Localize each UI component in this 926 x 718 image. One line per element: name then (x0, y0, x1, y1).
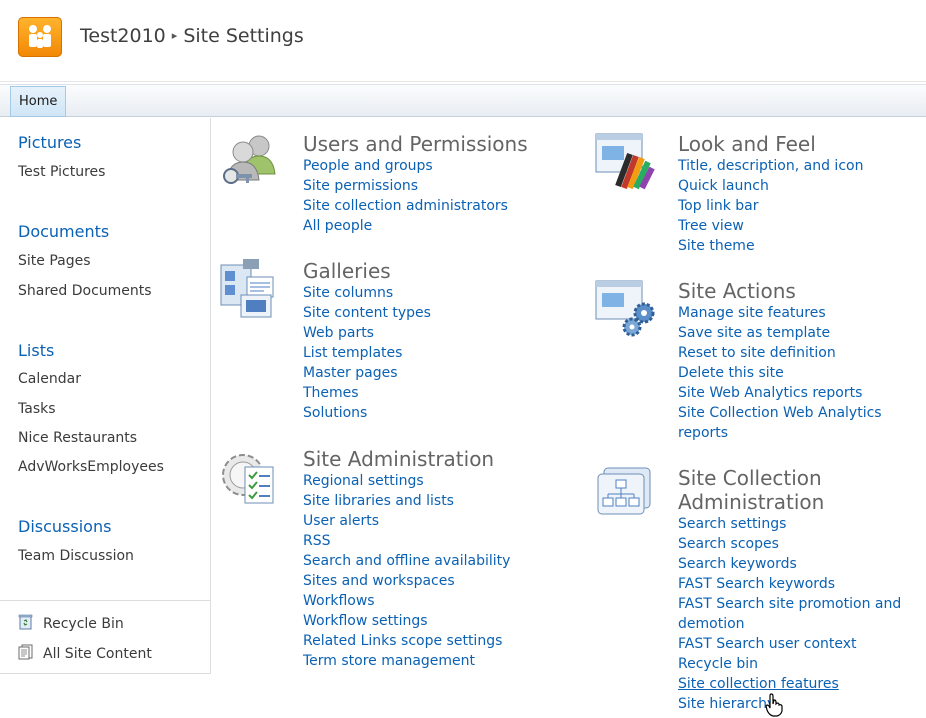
link-site-theme[interactable]: Site theme (678, 236, 863, 256)
link-user-alerts[interactable]: User alerts (303, 511, 510, 531)
link-search-scopes[interactable]: Search scopes (678, 534, 926, 554)
link-site-columns[interactable]: Site columns (303, 283, 431, 303)
ql-item-test-pictures[interactable]: Test Pictures (18, 164, 105, 180)
all-site-content-label: All Site Content (43, 646, 152, 662)
link-master-pages[interactable]: Master pages (303, 363, 431, 383)
ql-heading-lists[interactable]: Lists (18, 341, 54, 360)
ql-item-calendar[interactable]: Calendar (18, 371, 81, 387)
link-site-content-types[interactable]: Site content types (303, 303, 431, 323)
link-search-and-offline-availability[interactable]: Search and offline availability (303, 551, 510, 571)
users-permissions-title: Users and Permissions (303, 132, 528, 156)
all-content-icon (18, 644, 33, 660)
recycle-bin-label: Recycle Bin (43, 616, 124, 632)
link-site-collection-web-analytics-reports[interactable]: Site Collection Web Analytics reports (678, 403, 926, 443)
ql-item-shared-documents[interactable]: Shared Documents (18, 283, 152, 299)
ql-heading-pictures[interactable]: Pictures (18, 133, 81, 152)
site-collection-administration-title: Site Collection Administration (678, 466, 825, 514)
look-and-feel-title: Look and Feel (678, 132, 816, 156)
link-all-people[interactable]: All people (303, 216, 508, 236)
recycle-bin-link[interactable]: Recycle Bin (18, 614, 124, 632)
ql-bottom-links: Recycle Bin All Site Content (0, 600, 211, 674)
site-administration-links: Regional settings Site libraries and lis… (303, 471, 510, 671)
link-workflow-settings[interactable]: Workflow settings (303, 611, 510, 631)
link-site-web-analytics-reports[interactable]: Site Web Analytics reports (678, 383, 926, 403)
link-top-link-bar[interactable]: Top link bar (678, 196, 863, 216)
tab-home[interactable]: Home (10, 86, 67, 117)
hand-cursor-icon (765, 693, 783, 717)
link-search-keywords[interactable]: Search keywords (678, 554, 926, 574)
galleries-links: Site columns Site content types Web part… (303, 283, 431, 423)
link-fast-search-user-context[interactable]: FAST Search user context (678, 634, 926, 654)
quick-launch: Pictures Test Pictures Documents Site Pa… (0, 118, 211, 674)
link-web-parts[interactable]: Web parts (303, 323, 431, 343)
link-quick-launch[interactable]: Quick launch (678, 176, 863, 196)
window-gears-icon (595, 280, 655, 337)
link-site-collection-administrators[interactable]: Site collection administrators (303, 196, 508, 216)
link-regional-settings[interactable]: Regional settings (303, 471, 510, 491)
site-administration-title: Site Administration (303, 447, 495, 471)
ql-item-tasks[interactable]: Tasks (18, 401, 56, 417)
link-related-links-scope-settings[interactable]: Related Links scope settings (303, 631, 510, 651)
link-reset-to-site-definition[interactable]: Reset to site definition (678, 343, 926, 363)
link-manage-site-features[interactable]: Manage site features (678, 303, 926, 323)
link-fast-search-keywords[interactable]: FAST Search keywords (678, 574, 926, 594)
ql-item-team-discussion[interactable]: Team Discussion (18, 548, 134, 564)
link-sites-and-workspaces[interactable]: Sites and workspaces (303, 571, 510, 591)
recycle-bin-icon (18, 614, 33, 630)
link-site-collection-features[interactable]: Site collection features (678, 674, 926, 694)
link-save-site-as-template[interactable]: Save site as template (678, 323, 926, 343)
link-site-permissions[interactable]: Site permissions (303, 176, 508, 196)
link-recycle-bin[interactable]: Recycle bin (678, 654, 926, 674)
link-list-templates[interactable]: List templates (303, 343, 431, 363)
link-tree-view[interactable]: Tree view (678, 216, 863, 236)
ql-heading-documents[interactable]: Documents (18, 222, 109, 241)
hierarchy-icon (597, 467, 651, 515)
users-keys-icon (223, 135, 276, 184)
people-logo-icon[interactable] (18, 17, 62, 57)
link-site-libraries-and-lists[interactable]: Site libraries and lists (303, 491, 510, 511)
link-delete-this-site[interactable]: Delete this site (678, 363, 926, 383)
site-name-link[interactable]: Test2010 (80, 25, 166, 47)
ql-item-advworksemployees[interactable]: AdvWorksEmployees (18, 459, 164, 475)
breadcrumb: Test2010 ▸ Site Settings (80, 25, 304, 47)
link-term-store-management[interactable]: Term store management (303, 651, 510, 671)
link-title-description-icon[interactable]: Title, description, and icon (678, 156, 863, 176)
ql-heading-discussions[interactable]: Discussions (18, 517, 111, 536)
site-actions-title: Site Actions (678, 279, 796, 303)
link-solutions[interactable]: Solutions (303, 403, 431, 423)
ql-item-site-pages[interactable]: Site Pages (18, 253, 91, 269)
breadcrumb-separator-icon: ▸ (171, 29, 178, 42)
galleries-icon (220, 259, 274, 318)
link-rss[interactable]: RSS (303, 531, 510, 551)
ql-item-nice-restaurants[interactable]: Nice Restaurants (18, 430, 137, 446)
link-site-hierarchy[interactable]: Site hierarchy (678, 694, 926, 714)
link-themes[interactable]: Themes (303, 383, 431, 403)
site-actions-links: Manage site features Save site as templa… (678, 303, 926, 443)
link-fast-search-site-promotion-demotion[interactable]: FAST Search site promotion and demotion (678, 594, 926, 634)
all-site-content-link[interactable]: All Site Content (18, 644, 152, 662)
page-title: Site Settings (183, 25, 304, 47)
title-area: Test2010 ▸ Site Settings (0, 0, 926, 82)
link-search-settings[interactable]: Search settings (678, 514, 926, 534)
site-collection-administration-links: Search settings Search scopes Search key… (678, 514, 926, 714)
gear-checklist-icon (222, 454, 274, 504)
link-people-and-groups[interactable]: People and groups (303, 156, 508, 176)
galleries-title: Galleries (303, 259, 391, 283)
window-palette-icon (595, 133, 655, 190)
top-link-bar: Home (0, 84, 926, 117)
look-and-feel-links: Title, description, and icon Quick launc… (678, 156, 863, 256)
users-permissions-links: People and groups Site permissions Site … (303, 156, 508, 236)
link-workflows[interactable]: Workflows (303, 591, 510, 611)
